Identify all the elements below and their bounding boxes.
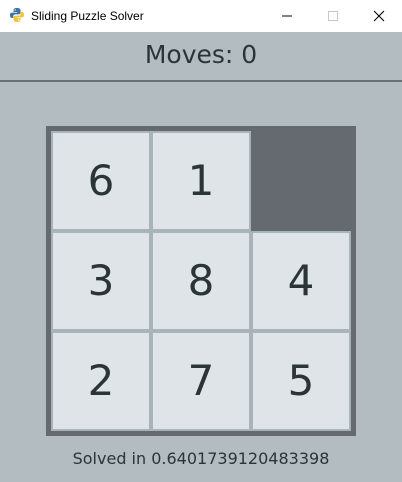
tile-number: 4 xyxy=(287,256,315,305)
puzzle-tile[interactable]: 7 xyxy=(151,331,251,431)
puzzle-tile[interactable]: 1 xyxy=(151,131,251,231)
moves-header: Moves: 0 xyxy=(0,32,402,82)
minimize-icon xyxy=(282,15,292,17)
puzzle-tile[interactable]: 2 xyxy=(51,331,151,431)
puzzle-board: 6 1 3 8 4 2 7 5 xyxy=(46,126,356,436)
window-title: Sliding Puzzle Solver xyxy=(31,9,144,23)
tile-number: 7 xyxy=(187,356,215,405)
close-button[interactable] xyxy=(356,0,402,32)
minimize-button[interactable] xyxy=(264,0,310,32)
puzzle-tile[interactable]: 5 xyxy=(251,331,351,431)
maximize-icon xyxy=(328,11,338,21)
tile-number: 5 xyxy=(287,356,315,405)
puzzle-tile[interactable]: 3 xyxy=(51,231,151,331)
moves-counter: Moves: 0 xyxy=(144,40,258,69)
close-icon xyxy=(373,10,385,22)
title-bar[interactable]: Sliding Puzzle Solver xyxy=(0,0,402,32)
puzzle-tile[interactable]: 8 xyxy=(151,231,251,331)
solve-status: Solved in 0.6401739120483398 xyxy=(72,449,330,468)
puzzle-tile[interactable]: 4 xyxy=(251,231,351,331)
tile-number: 6 xyxy=(87,156,115,205)
tile-number: 1 xyxy=(187,156,215,205)
tile-number: 3 xyxy=(87,256,115,305)
python-icon xyxy=(9,7,25,23)
tile-number: 8 xyxy=(187,256,215,305)
empty-slot xyxy=(251,131,351,231)
maximize-button[interactable] xyxy=(310,0,356,32)
puzzle-tile[interactable]: 6 xyxy=(51,131,151,231)
tile-number: 2 xyxy=(87,356,115,405)
